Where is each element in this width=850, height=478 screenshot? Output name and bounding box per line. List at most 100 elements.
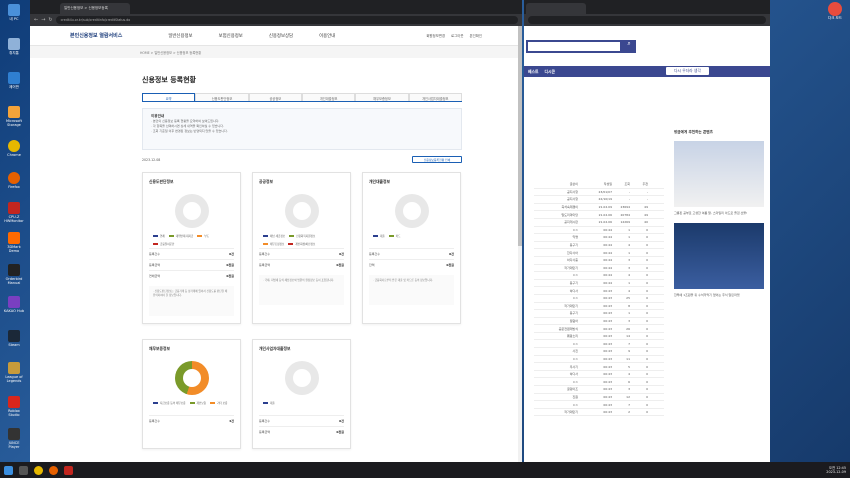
- list-cell: 00:44: [603, 258, 612, 263]
- reload-icon[interactable]: ↻: [48, 17, 52, 23]
- menu-insurance[interactable]: 보험신용정보: [219, 33, 243, 39]
- list-item[interactable]: 말도리마마당 21.02.06 20784 49: [534, 211, 664, 219]
- nav-best[interactable]: 베스트: [528, 69, 538, 74]
- list-item[interactable]: 한다사아 00:44 1 0: [534, 249, 664, 257]
- list-item[interactable]: ㅇㅇ 00:43 25 0: [534, 295, 664, 303]
- search-taskbar-icon[interactable]: [19, 465, 28, 475]
- list-cell: 공지게시판: [564, 220, 578, 225]
- list-item[interactable]: 우사기 00:43 5 0: [534, 363, 664, 371]
- ad-caption[interactable]: 한투에 1조원을 휘 수석저먹기 없어는 주식 알린마켓: [674, 293, 766, 297]
- search-icon[interactable]: ⌕: [622, 40, 636, 53]
- list-cell: 00:44: [603, 273, 612, 278]
- card-loan[interactable]: 개인대출정보 대출 카드 등록건수 0건 잔액 0천원 · 금융회사로부터 받은 대…: [362, 172, 461, 324]
- list-cell: 00:43: [603, 364, 612, 369]
- url-input[interactable]: [528, 16, 766, 24]
- desktop-icon-pc[interactable]: 내 PC: [3, 4, 25, 21]
- card-credit-judgement[interactable]: 신용도판단정보 연체 대위변제·대지급 부도 금융질서문란 등록건수 0건 등록금…: [142, 172, 241, 324]
- desktop-icon-control[interactable]: 제어판: [3, 72, 25, 89]
- desktop-icon-steam[interactable]: Steam: [3, 330, 25, 347]
- desktop-icon-roblox[interactable]: Roblox Studio: [3, 396, 25, 417]
- ad-image[interactable]: [674, 141, 764, 207]
- list-item[interactable]: 공지사항 23/01/07 - -: [534, 189, 664, 197]
- side-panel: 방금에게 추천하는 콘텐츠 그룹핀 공부로 고생한 여름 말, 스마일리 아드로…: [674, 130, 766, 297]
- card-guarantee[interactable]: 채무보증정보 지급보증 등의 채무보증 개인보증 기타 보증 등록건수 4건: [142, 339, 241, 449]
- desktop-icon-kakao[interactable]: KAKAO Hub: [3, 296, 25, 313]
- tab-loan[interactable]: 개인대출정보: [301, 93, 356, 101]
- desktop-icon-storage[interactable]: Microsoft Storage: [3, 106, 25, 127]
- list-item[interactable]: ㅇㅇ 00:43 7 0: [534, 340, 664, 349]
- tab-credit-judgement[interactable]: 신용도판단정보: [195, 93, 249, 101]
- list-cell: 12: [626, 394, 630, 399]
- windows-start-icon[interactable]: [4, 465, 13, 475]
- util-logout[interactable]: 로그아웃: [451, 33, 463, 38]
- tab-credit[interactable]: 일반신용정보 > 신용정보등록: [60, 3, 130, 14]
- list-item[interactable]: 공지사항 22/10/19 - -: [534, 196, 664, 204]
- desktop-icon-firefox[interactable]: Firefox: [3, 172, 25, 189]
- list-item[interactable]: 작가대만기 00:43 8 0: [534, 303, 664, 311]
- desktop-icon-chrome[interactable]: Chrome: [3, 140, 25, 157]
- list-item[interactable]: 웨팡소리 00:43 14 0: [534, 333, 664, 341]
- desktop-icon-manual[interactable]: Orderbird Manual: [3, 264, 25, 285]
- search-input[interactable]: [526, 40, 622, 53]
- list-item[interactable]: 진원 00:43 12 0: [534, 394, 664, 402]
- list-item[interactable]: 굴렁이조 00:43 3 0: [534, 386, 664, 394]
- scroll-thumb[interactable]: [518, 26, 522, 246]
- clock[interactable]: 오전 12:45 2023-12-09: [826, 466, 846, 474]
- tab-community[interactable]: [526, 3, 586, 14]
- list-item[interactable]: 동구기 00:44 1 0: [534, 280, 664, 288]
- desktop-icon-hwmonitor[interactable]: CPU-Z HWMonitor: [3, 202, 25, 223]
- desktop-icon-junce[interactable]: JUNCE Player: [3, 428, 25, 449]
- util-verify[interactable]: 본인확인: [470, 33, 482, 38]
- list-item[interactable]: 공지게시판 21.02.06 12269 40: [534, 219, 664, 227]
- list-item[interactable]: 컬럼어 00:43 3 0: [534, 318, 664, 326]
- card-public[interactable]: 공공정보 체납 세금정보 신용회복지원정보 채무조정정보 개인회생/파산정보 등…: [252, 172, 351, 324]
- tab-public[interactable]: 공공정보: [248, 93, 302, 101]
- list-item[interactable]: 작가대만기 00:44 3 0: [534, 265, 664, 273]
- page-scrollbar[interactable]: [518, 26, 522, 462]
- desktop-icon-right[interactable]: 다크 모드: [824, 2, 846, 21]
- list-item[interactable]: ㅇㅇ 00:43 6 0: [534, 378, 664, 387]
- desktop-icon-lol[interactable]: League of Legends: [3, 362, 25, 383]
- list-item[interactable]: 즉석숙제쟁이 21.02.09 23694 49: [534, 204, 664, 212]
- list-item[interactable]: 동구기 00:43 1 0: [534, 310, 664, 318]
- desktop-icon-3dmark[interactable]: 3DMark Demo: [3, 232, 25, 253]
- list-item[interactable]: 익명 00:44 1 0: [534, 234, 664, 242]
- util-member[interactable]: 회원정보변경: [426, 33, 445, 38]
- list-item[interactable]: ㅇㅇ 00:43 11 0: [534, 356, 664, 364]
- list-item[interactable]: 하다사 00:43 4 0: [534, 371, 664, 379]
- list-item[interactable]: ㅇㅇ 00:43 7 0: [534, 401, 664, 409]
- url-input[interactable]: credit4u.or.kr/sub/creditinfo/creditStat…: [55, 16, 518, 24]
- desktop-icon-recycle[interactable]: 휴지통: [3, 38, 25, 55]
- app-taskbar-icon[interactable]: [64, 465, 73, 475]
- list-item[interactable]: 공문전렴제방식 00:43 26 0: [534, 325, 664, 333]
- list-cell: 0: [646, 394, 648, 399]
- tab-biz-loan[interactable]: 개인사업자대출정보: [408, 93, 462, 101]
- forward-icon[interactable]: →: [41, 17, 45, 23]
- tab-summary[interactable]: 요약: [142, 93, 196, 101]
- nav-dccon[interactable]: 디시콘: [544, 69, 554, 74]
- site-logo[interactable]: 본인신용정보 열람서비스: [70, 32, 122, 39]
- ad-caption[interactable]: 그룹핀 공부로 고생한 여름 말, 스마일리 아드로 즐겁 선물!: [674, 211, 766, 215]
- menu-guide[interactable]: 이용안내: [319, 33, 335, 39]
- print-button[interactable]: 신용정보등록현황 인쇄: [412, 156, 462, 163]
- list-cell: 말도리마마당: [561, 212, 578, 217]
- firefox-taskbar-icon[interactable]: [49, 465, 58, 475]
- chrome-taskbar-icon[interactable]: [34, 465, 43, 475]
- menu-general[interactable]: 일반신용정보: [168, 33, 192, 39]
- list-cell: 00:44: [603, 227, 612, 232]
- back-icon[interactable]: ←: [34, 17, 38, 23]
- list-item[interactable]: 작가대만기 00:43 2 0: [534, 409, 664, 417]
- menu-consult[interactable]: 신용정보상담: [269, 33, 293, 39]
- tab-guarantee[interactable]: 채무보증정보: [355, 93, 409, 101]
- list-cell: 공지사항: [566, 189, 578, 194]
- list-item[interactable]: 하다사중 00:44 3 0: [534, 257, 664, 265]
- list-item[interactable]: 사진 00:43 9 0: [534, 348, 664, 356]
- list-item[interactable]: ㅇㅇ 00:44 4 0: [534, 272, 664, 280]
- list-item[interactable]: 하다사 00:43 4 0: [534, 287, 664, 295]
- list-item[interactable]: ㅇㅇ 00:44 1 0: [534, 227, 664, 235]
- banner-button[interactable]: 다시 우더라 생각: [666, 67, 709, 75]
- card-biz-loan[interactable]: 개인사업자대출정보 대출 등록건수 0건 등록금액 0천원: [252, 339, 351, 449]
- ad-image-stock[interactable]: [674, 223, 764, 289]
- list-item[interactable]: 동구기 00:44 4 0: [534, 242, 664, 250]
- list-cell: 동구기: [569, 311, 578, 316]
